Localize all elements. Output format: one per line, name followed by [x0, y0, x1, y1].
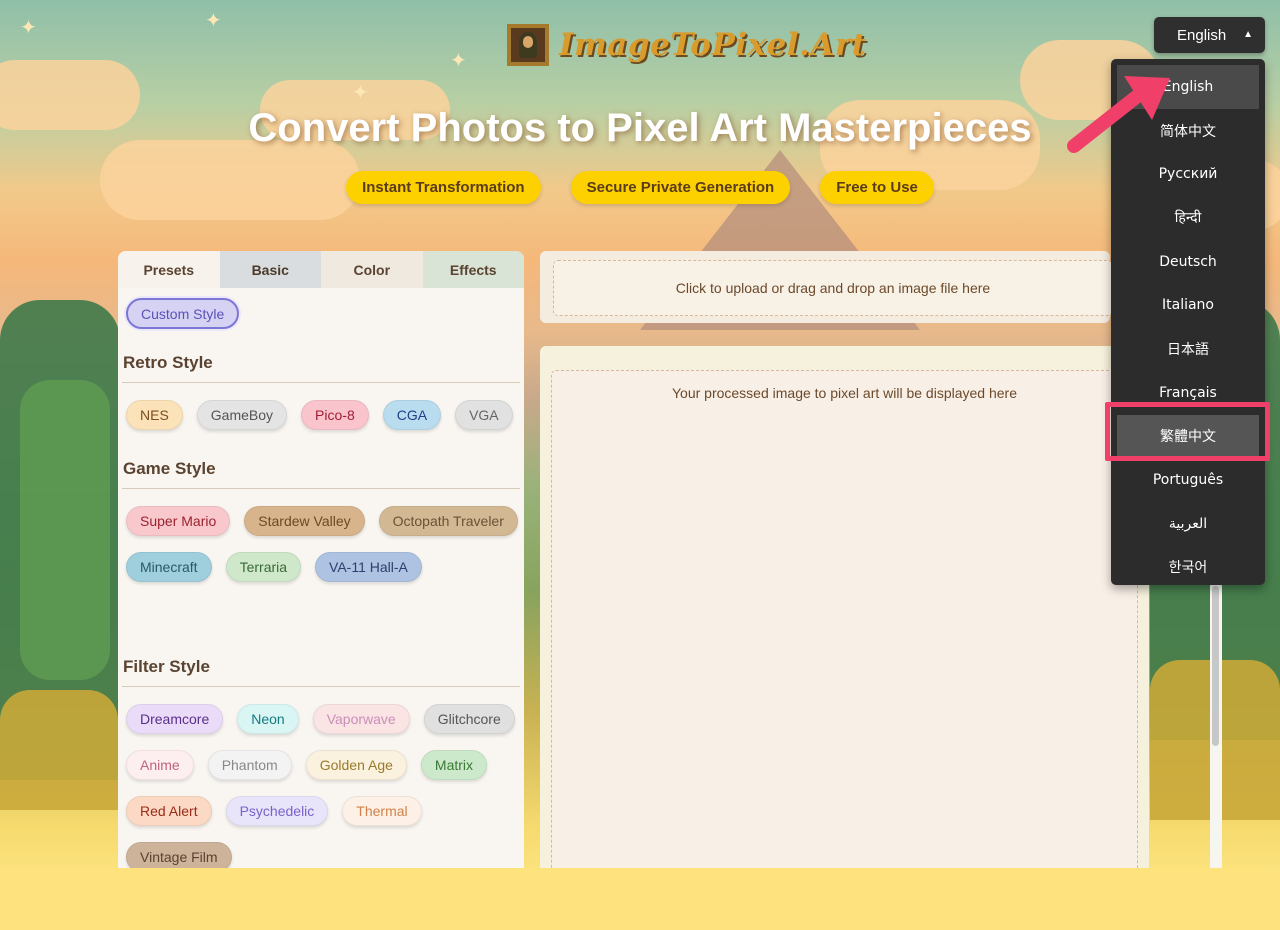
- badge-free: Free to Use: [820, 171, 934, 204]
- preset-vintage-film[interactable]: Vintage Film: [126, 842, 232, 868]
- game-chips: Super Mario Stardew Valley Octopath Trav…: [126, 506, 518, 582]
- preset-phantom[interactable]: Phantom: [207, 750, 292, 780]
- tab-color[interactable]: Color: [321, 251, 423, 288]
- language-option-zh-hant[interactable]: 繁體中文: [1117, 414, 1259, 459]
- filter-chips: Dreamcore Neon Vaporwave Glitchcore Anim…: [126, 704, 518, 868]
- page-footer-band: [0, 868, 1280, 930]
- language-current: English: [1177, 26, 1227, 44]
- preset-cga[interactable]: CGA: [382, 400, 442, 430]
- preset-anime[interactable]: Anime: [126, 750, 194, 780]
- caret-up-icon: ▲: [1243, 29, 1253, 40]
- site-logo[interactable]: ImageToPixel.Art: [507, 24, 867, 66]
- preset-red-alert[interactable]: Red Alert: [126, 796, 212, 826]
- upload-card: Click to upload or drag and drop an imag…: [540, 251, 1113, 323]
- preset-octopath-traveler[interactable]: Octopath Traveler: [378, 506, 518, 536]
- divider: [122, 488, 520, 489]
- language-option-italian[interactable]: Italiano: [1117, 283, 1259, 327]
- language-option-arabic[interactable]: العربية: [1117, 502, 1259, 546]
- language-option-russian[interactable]: Русский: [1117, 152, 1259, 196]
- feature-badges: Instant Transformation Secure Private Ge…: [0, 171, 1280, 204]
- custom-style-button[interactable]: Custom Style: [126, 298, 240, 329]
- preset-matrix[interactable]: Matrix: [420, 750, 488, 780]
- preset-glitchcore[interactable]: Glitchcore: [423, 704, 515, 734]
- settings-panel: Presets Basic Color Effects Custom Style…: [118, 251, 524, 868]
- preset-neon[interactable]: Neon: [237, 704, 299, 734]
- language-option-german[interactable]: Deutsch: [1117, 240, 1259, 284]
- preset-thermal[interactable]: Thermal: [342, 796, 422, 826]
- tab-basic[interactable]: Basic: [219, 251, 321, 288]
- section-title-game: Game Style: [123, 459, 216, 478]
- divider: [122, 382, 520, 383]
- output-card: Your processed image to pixel art will b…: [540, 346, 1149, 868]
- retro-chips: NES GameBoy Pico-8 CGA VGA: [126, 400, 518, 430]
- badge-secure: Secure Private Generation: [570, 171, 791, 204]
- section-title-filter: Filter Style: [123, 657, 210, 676]
- tab-presets[interactable]: Presets: [118, 251, 220, 288]
- preset-dreamcore[interactable]: Dreamcore: [126, 704, 224, 734]
- language-option-hindi[interactable]: हिन्दी: [1117, 196, 1259, 240]
- upload-dropzone[interactable]: Click to upload or drag and drop an imag…: [553, 260, 1113, 316]
- preset-golden-age[interactable]: Golden Age: [305, 750, 407, 780]
- language-selector[interactable]: English ▲: [1154, 17, 1265, 53]
- preset-gameboy[interactable]: GameBoy: [196, 400, 288, 430]
- settings-tabs: Presets Basic Color Effects: [118, 251, 524, 288]
- tab-effects[interactable]: Effects: [422, 251, 524, 288]
- language-option-portuguese[interactable]: Português: [1117, 458, 1259, 502]
- preset-va11-hall-a[interactable]: VA-11 Hall-A: [315, 552, 422, 582]
- preset-vaporwave[interactable]: Vaporwave: [312, 704, 410, 734]
- preset-super-mario[interactable]: Super Mario: [126, 506, 231, 536]
- divider: [122, 686, 520, 687]
- mona-lisa-icon: [507, 24, 549, 66]
- preset-terraria[interactable]: Terraria: [225, 552, 302, 582]
- scrollbar-thumb[interactable]: [1212, 586, 1219, 746]
- section-title-retro: Retro Style: [123, 353, 213, 372]
- badge-instant: Instant Transformation: [346, 171, 541, 204]
- logo-text: ImageToPixel.Art: [559, 27, 867, 63]
- preset-pico8[interactable]: Pico-8: [301, 400, 369, 430]
- preset-stardew-valley[interactable]: Stardew Valley: [244, 506, 365, 536]
- language-option-korean[interactable]: 한국어: [1117, 546, 1259, 590]
- preset-vga[interactable]: VGA: [455, 400, 513, 430]
- language-option-japanese[interactable]: 日本語: [1117, 327, 1259, 371]
- output-preview: Your processed image to pixel art will b…: [551, 370, 1138, 868]
- language-option-french[interactable]: Français: [1117, 371, 1259, 415]
- preset-nes[interactable]: NES: [126, 400, 183, 430]
- preset-minecraft[interactable]: Minecraft: [126, 552, 212, 582]
- page-scrollbar[interactable]: [1210, 584, 1222, 868]
- preset-psychedelic[interactable]: Psychedelic: [225, 796, 329, 826]
- annotation-arrow-icon: [1067, 76, 1170, 153]
